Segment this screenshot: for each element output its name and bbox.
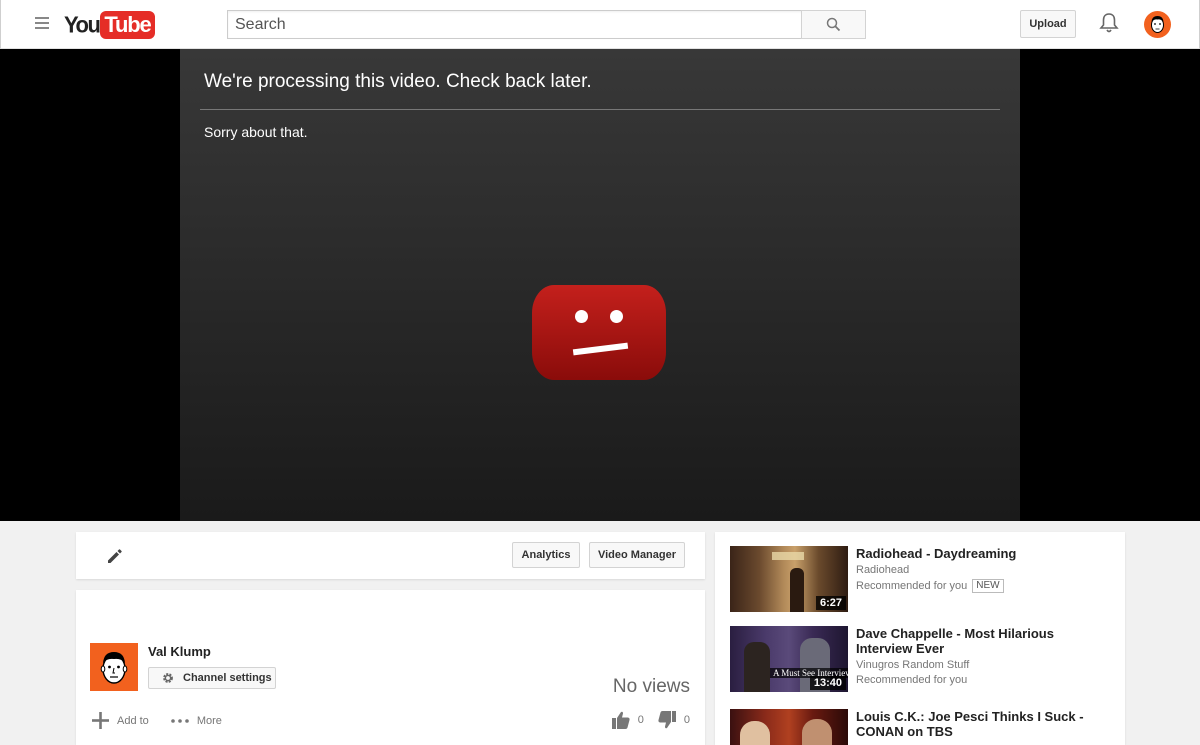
upload-button[interactable]: Upload (1020, 10, 1076, 38)
thumb-figure (790, 568, 804, 612)
thumb-light (772, 552, 804, 560)
account-avatar[interactable] (1144, 11, 1171, 38)
video-thumbnail[interactable]: 6:27 (730, 546, 848, 612)
recommendation-item[interactable]: Louis C.K.: Joe Pesci Thinks I Suck - CO… (730, 709, 1110, 745)
masthead: You Tube Upload (0, 0, 1200, 49)
channel-settings-label: Channel settings (183, 672, 272, 684)
video-manager-button[interactable]: Video Manager (589, 542, 685, 568)
recommendations-sidebar: 6:27 Radiohead - Daydreaming Radiohead R… (715, 532, 1125, 745)
dislike-button[interactable]: 0 (658, 711, 690, 729)
search-input[interactable] (228, 11, 802, 38)
sad-eye-right (610, 310, 623, 323)
video-thumbnail[interactable] (730, 709, 848, 745)
recommendation-item[interactable]: 6:27 Radiohead - Daydreaming Radiohead R… (730, 546, 1110, 614)
thumb-figure (744, 642, 770, 692)
menu-icon[interactable] (35, 17, 49, 29)
video-info-card: Val Klump Channel settings No views Add … (76, 590, 705, 745)
notifications-bell-icon[interactable] (1099, 12, 1119, 39)
search-button[interactable] (801, 10, 866, 39)
recommendation-note: Recommended for you NEW (856, 579, 1004, 593)
processing-submessage: Sorry about that. (204, 124, 308, 140)
thumbs-up-icon (611, 711, 630, 729)
avatar-face-icon (100, 652, 128, 684)
player-divider (200, 109, 1000, 110)
recommendation-reason: Recommended for you (856, 674, 968, 686)
avatar-face-icon (1151, 16, 1164, 33)
video-channel[interactable]: Radiohead (856, 564, 909, 576)
thumbs-down-icon (658, 711, 676, 729)
recommendation-reason: Recommended for you (856, 580, 968, 592)
analytics-button[interactable]: Analytics (512, 542, 580, 568)
video-title[interactable]: Radiohead - Daydreaming (856, 546, 1106, 561)
plus-icon (92, 712, 109, 729)
channel-name[interactable]: Val Klump (148, 644, 211, 659)
logo-tube-text: Tube (100, 11, 155, 39)
video-thumbnail[interactable]: A Must See Interview 13:40 (730, 626, 848, 692)
video-duration: 6:27 (815, 596, 846, 610)
sad-mouth (572, 342, 629, 356)
video-title[interactable]: Louis C.K.: Joe Pesci Thinks I Suck - CO… (856, 709, 1106, 739)
more-label: More (196, 714, 222, 727)
like-count: 0 (637, 714, 644, 726)
view-count: No views (612, 676, 690, 697)
like-dislike-bar: 0 0 (598, 711, 690, 729)
video-duration: 13:40 (809, 676, 846, 690)
sad-youtube-icon (532, 285, 666, 380)
recommendation-note: Recommended for you (856, 674, 967, 686)
processing-message: We're processing this video. Check back … (204, 71, 592, 92)
thumb-figure (740, 721, 770, 745)
thumb-figure (802, 719, 832, 745)
like-button[interactable]: 0 (611, 711, 644, 729)
new-badge: NEW (972, 579, 1004, 593)
channel-avatar[interactable] (90, 643, 138, 691)
logo-you-text: You (64, 11, 101, 38)
sad-eye-left (575, 310, 588, 323)
add-to-button[interactable]: Add to (92, 712, 149, 729)
search-box (227, 10, 802, 39)
dislike-count: 0 (683, 714, 690, 726)
video-channel[interactable]: Vinugros Random Stuff (856, 659, 969, 671)
video-title[interactable]: Dave Chappelle - Most Hilarious Intervie… (856, 626, 1106, 656)
recommendation-item[interactable]: A Must See Interview 13:40 Dave Chappell… (730, 626, 1110, 694)
more-dots-icon (171, 718, 189, 723)
edit-pencil-icon[interactable] (106, 547, 124, 570)
more-button[interactable]: More (171, 715, 222, 727)
add-to-label: Add to (117, 714, 149, 727)
owner-actions-bar: Analytics Video Manager (76, 532, 705, 579)
youtube-logo[interactable]: You Tube (64, 11, 155, 39)
channel-settings-button[interactable]: Channel settings (148, 667, 276, 689)
video-actions: Add to More (92, 712, 244, 729)
search-icon (826, 17, 841, 32)
video-player[interactable]: We're processing this video. Check back … (180, 49, 1020, 521)
gear-icon (163, 673, 173, 683)
